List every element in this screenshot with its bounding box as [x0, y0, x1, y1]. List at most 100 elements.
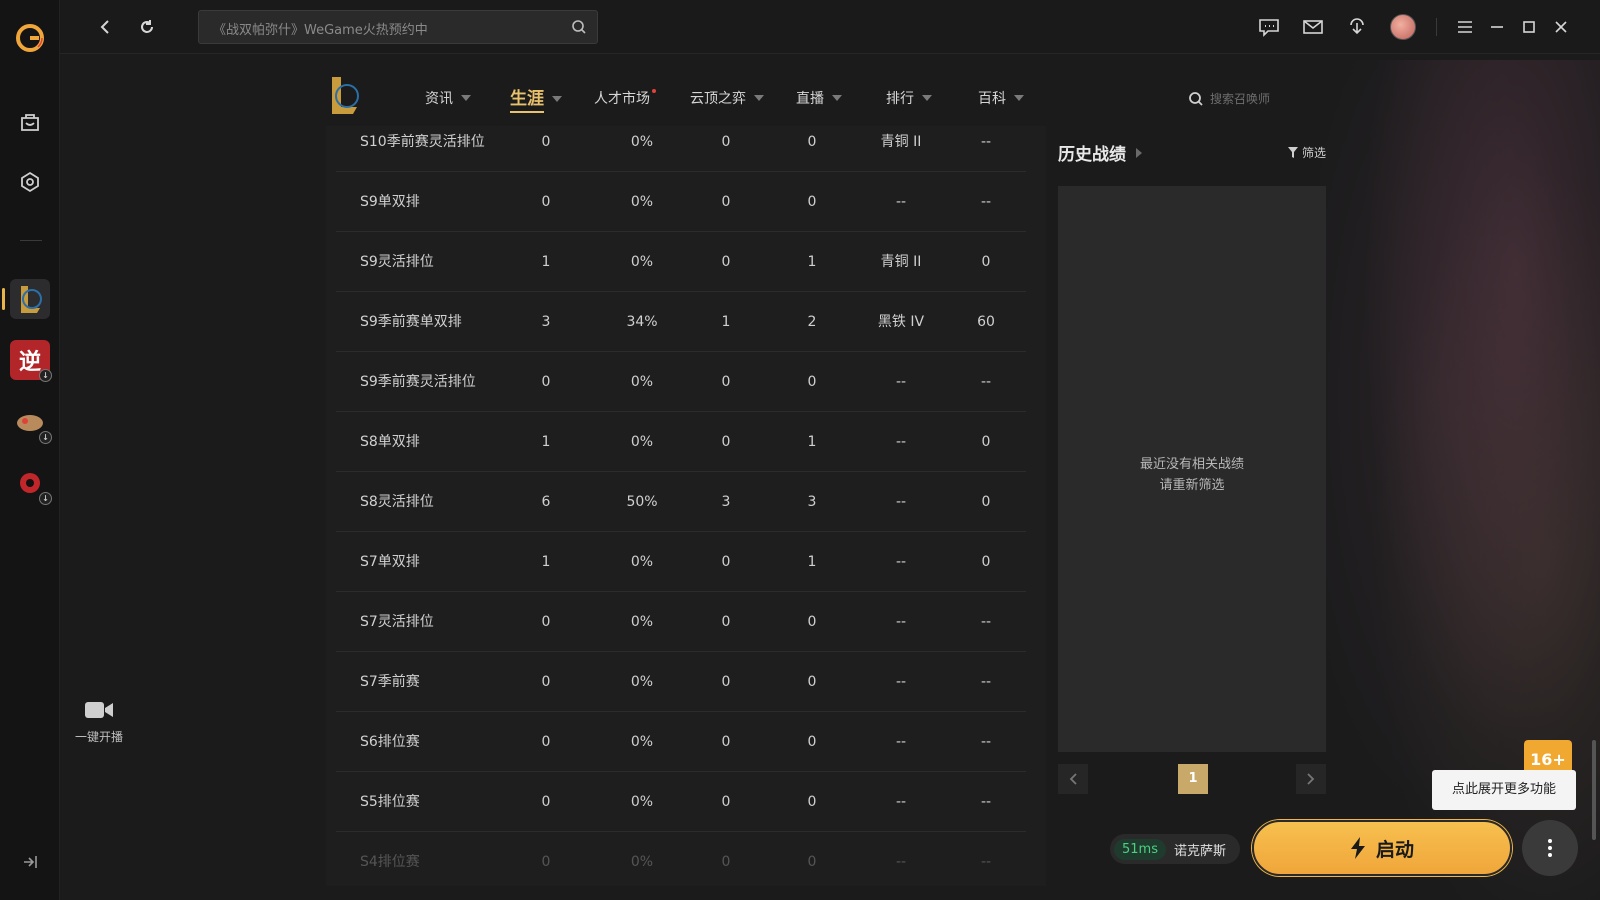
minimize-icon[interactable]	[1484, 14, 1510, 40]
stat-cell: 0	[807, 734, 817, 750]
nav-wiki[interactable]: 百科	[978, 88, 1024, 108]
menu-icon[interactable]	[1452, 14, 1478, 40]
caret-down-icon	[754, 95, 764, 101]
nav-ranking[interactable]: 排行	[886, 88, 932, 108]
game-3-icon[interactable]: ↓	[10, 402, 52, 444]
more-options-button[interactable]	[1522, 820, 1578, 876]
stat-cell: 0%	[630, 614, 654, 630]
page-number-button[interactable]: 1	[1178, 764, 1208, 794]
stat-cell: 0	[541, 854, 551, 870]
nav-live[interactable]: 直播	[796, 88, 842, 108]
history-title-label: 历史战绩	[1058, 145, 1126, 165]
stat-cell: 0	[807, 614, 817, 630]
stat-cell: 0	[807, 134, 817, 150]
search-icon[interactable]	[571, 19, 587, 39]
stat-cell: 0%	[630, 794, 654, 810]
filter-icon	[1287, 147, 1298, 158]
next-page-button[interactable]	[1296, 764, 1326, 794]
caret-down-icon	[552, 95, 562, 102]
stat-cell: 0	[981, 554, 991, 570]
stat-cell: 0	[807, 374, 817, 390]
nav-news[interactable]: 资讯	[425, 88, 471, 108]
history-pager: 1	[1058, 764, 1326, 794]
notification-dot	[652, 89, 656, 93]
stat-cell: 0	[721, 674, 731, 690]
mail-icon[interactable]	[1300, 14, 1326, 40]
game-lol-icon[interactable]	[10, 279, 50, 319]
nav-tft[interactable]: 云顶之弈	[690, 88, 764, 108]
chat-icon[interactable]	[1256, 14, 1282, 40]
stat-cell: --	[895, 674, 907, 690]
stat-cell: --	[980, 854, 992, 870]
nav-label: 云顶之弈	[690, 91, 746, 107]
stat-cell: 0	[981, 434, 991, 450]
discover-icon[interactable]	[14, 166, 46, 198]
stat-cell: --	[895, 614, 907, 630]
stat-cell: 0	[721, 854, 731, 870]
queue-name-cell: S9灵活排位	[360, 254, 434, 270]
stat-cell: 1	[541, 254, 551, 270]
nav-label: 百科	[978, 91, 1006, 107]
maximize-icon[interactable]	[1516, 14, 1542, 40]
nav-talent-market[interactable]: 人才市场	[594, 88, 662, 108]
one-click-stream-button[interactable]: 一键开播	[70, 700, 128, 745]
stat-cell: 0%	[630, 734, 654, 750]
top-bar: 《战双帕弥什》WeGame火热预约中	[60, 0, 1600, 54]
stat-cell: 0	[721, 434, 731, 450]
queue-name-cell: S7灵活排位	[360, 614, 434, 630]
download-icon[interactable]	[1344, 14, 1370, 40]
topbar-divider	[1436, 18, 1437, 36]
stat-cell: 3	[721, 494, 731, 510]
prev-page-button[interactable]	[1058, 764, 1088, 794]
stat-cell: 0%	[630, 554, 654, 570]
nav-label: 资讯	[425, 91, 453, 107]
stat-cell: 0	[721, 554, 731, 570]
queue-name-cell: S9季前赛单双排	[360, 314, 462, 330]
stat-cell: 0	[721, 134, 731, 150]
stat-cell: 黑铁 IV	[877, 314, 925, 330]
nav-career[interactable]: 生涯	[510, 84, 562, 113]
stat-cell: --	[980, 734, 992, 750]
summoner-search-placeholder: 搜索召唤师	[1210, 92, 1271, 106]
stat-cell: --	[895, 194, 907, 210]
close-icon[interactable]	[1548, 14, 1574, 40]
stat-cell: 0	[541, 374, 551, 390]
history-title[interactable]: 历史战绩	[1058, 140, 1326, 165]
expand-rail-icon[interactable]	[20, 852, 40, 872]
stat-cell: 0	[721, 614, 731, 630]
queue-name-cell: S7季前赛	[360, 674, 420, 690]
vertical-dots-icon	[1548, 839, 1552, 857]
stat-cell: 50%	[626, 494, 658, 510]
game-4-icon[interactable]: ↓	[10, 463, 52, 505]
back-arrow-icon[interactable]	[92, 14, 118, 40]
caret-down-icon	[922, 95, 932, 101]
filter-button[interactable]: 筛选	[1287, 144, 1326, 161]
game-nishuihan-icon[interactable]: 逆 ↓	[10, 340, 52, 382]
stat-cell: --	[980, 194, 992, 210]
table-row: S4排位赛 0 0% 0 0 -- --	[336, 832, 1026, 886]
user-avatar[interactable]	[1390, 14, 1416, 40]
server-ping[interactable]: 51ms 诺克萨斯	[1110, 834, 1240, 864]
refresh-icon[interactable]	[134, 14, 160, 40]
store-bag-icon[interactable]	[14, 106, 46, 138]
stream-label: 一键开播	[74, 730, 123, 744]
stat-cell: 0%	[630, 254, 654, 270]
stat-cell: --	[980, 134, 992, 150]
search-input[interactable]: 《战双帕弥什》WeGame火热预约中	[198, 10, 598, 44]
stat-cell: --	[895, 794, 907, 810]
summoner-search[interactable]: 搜索召唤师	[1188, 90, 1270, 107]
left-rail: 逆 ↓ ↓ ↓	[0, 0, 60, 900]
wegame-logo-icon[interactable]	[14, 22, 46, 54]
scrollbar[interactable]	[1592, 740, 1596, 840]
search-placeholder: 《战双帕弥什》WeGame火热预约中	[213, 23, 428, 38]
stat-cell: --	[980, 374, 992, 390]
queue-name-cell: S6排位赛	[360, 734, 420, 750]
launch-button[interactable]: 启动	[1252, 820, 1512, 876]
download-badge-icon: ↓	[39, 369, 52, 382]
stat-cell: 0	[721, 194, 731, 210]
table-row: S7灵活排位 0 0% 0 0 -- --	[336, 592, 1026, 652]
stat-cell: 1	[541, 434, 551, 450]
stat-cell: 1	[807, 254, 817, 270]
caret-down-icon	[461, 95, 471, 101]
lol-logo-icon[interactable]	[326, 74, 362, 116]
